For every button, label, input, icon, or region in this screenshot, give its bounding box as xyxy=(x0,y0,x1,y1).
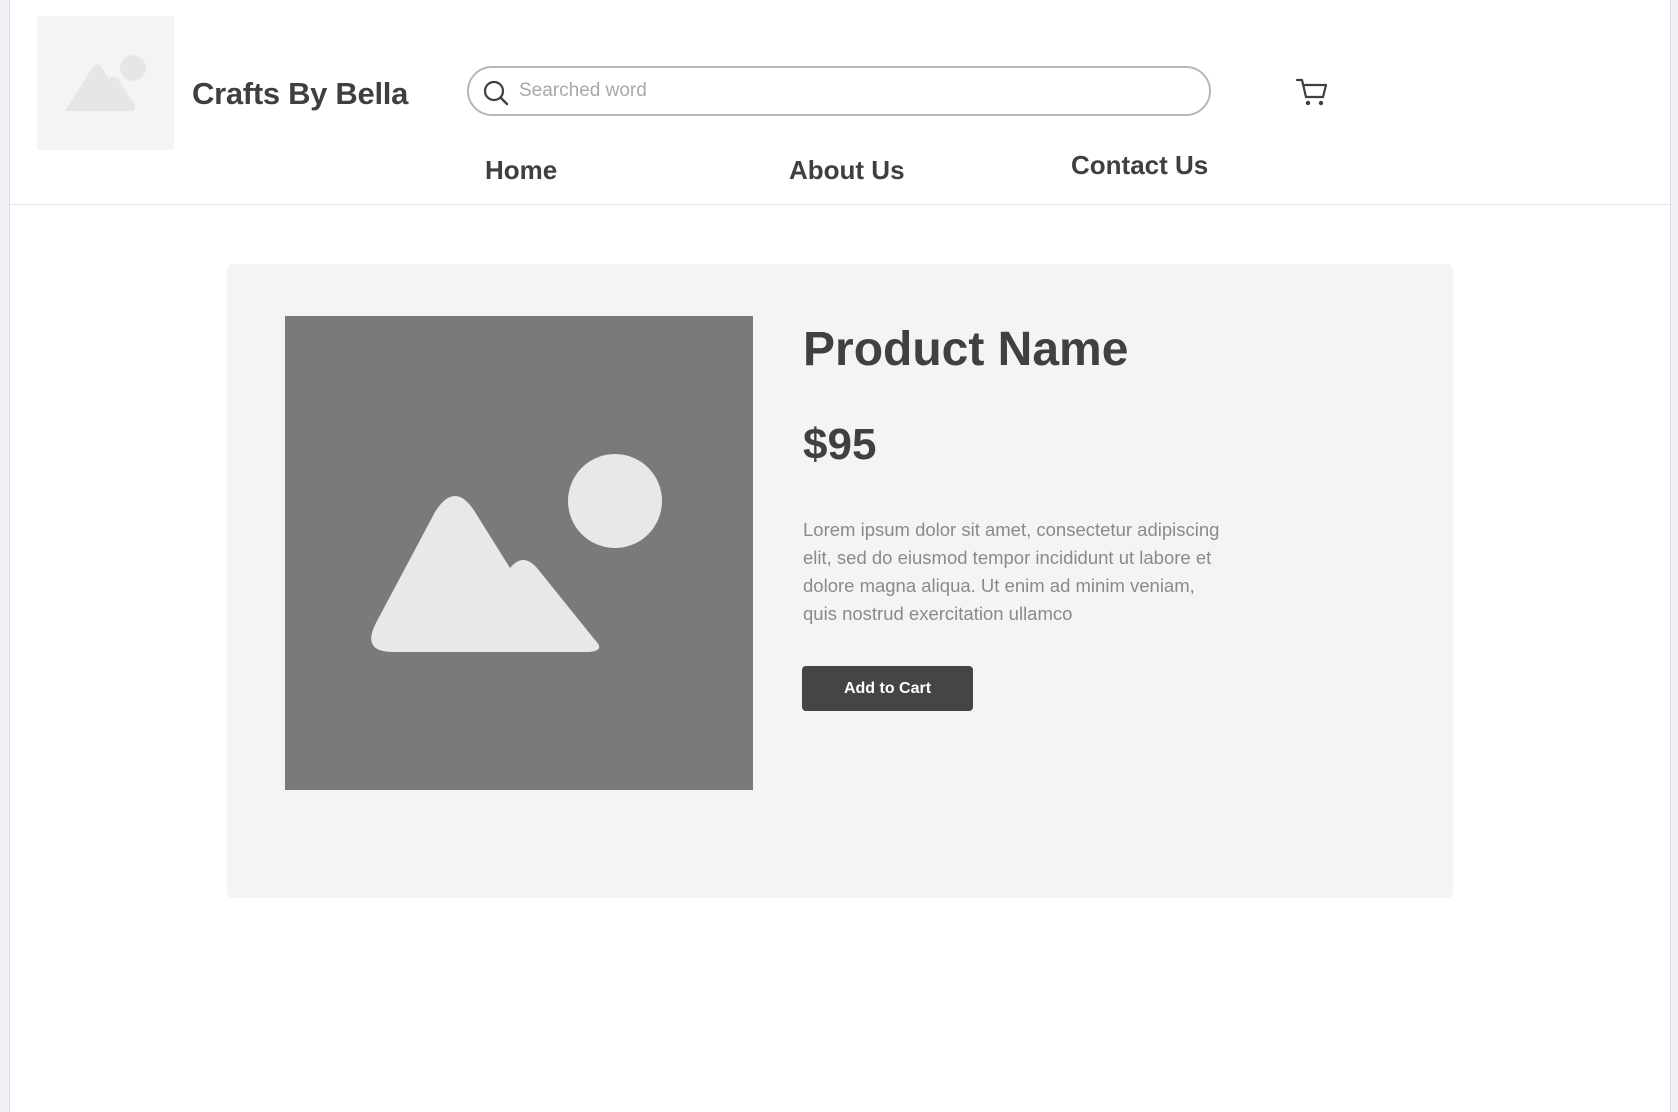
image-placeholder-icon xyxy=(371,454,662,652)
cart-icon[interactable] xyxy=(1294,74,1330,110)
product-card: Product Name $95 Lorem ipsum dolor sit a… xyxy=(227,264,1453,898)
product-price: $95 xyxy=(803,420,877,469)
product-image xyxy=(285,316,753,790)
search-input[interactable] xyxy=(519,76,1179,106)
site-logo[interactable] xyxy=(37,16,174,150)
product-description: Lorem ipsum dolor sit amet, consectetur … xyxy=(803,519,1220,624)
site-header: Crafts By Bella Home About Us Contact Us xyxy=(10,0,1670,205)
search-bar[interactable] xyxy=(467,66,1211,116)
nav-home-link[interactable]: Home xyxy=(485,155,557,186)
brand-name[interactable]: Crafts By Bella xyxy=(192,76,408,112)
product-name: Product Name xyxy=(803,323,1129,376)
nav-about-us-link[interactable]: About Us xyxy=(789,155,905,186)
nav-contact-us-link[interactable]: Contact Us xyxy=(1071,150,1208,181)
image-placeholder-icon xyxy=(65,55,146,111)
search-icon[interactable] xyxy=(482,79,510,107)
add-to-cart-button[interactable]: Add to Cart xyxy=(802,666,973,711)
page-frame: Crafts By Bella Home About Us Contact Us xyxy=(9,0,1671,1112)
